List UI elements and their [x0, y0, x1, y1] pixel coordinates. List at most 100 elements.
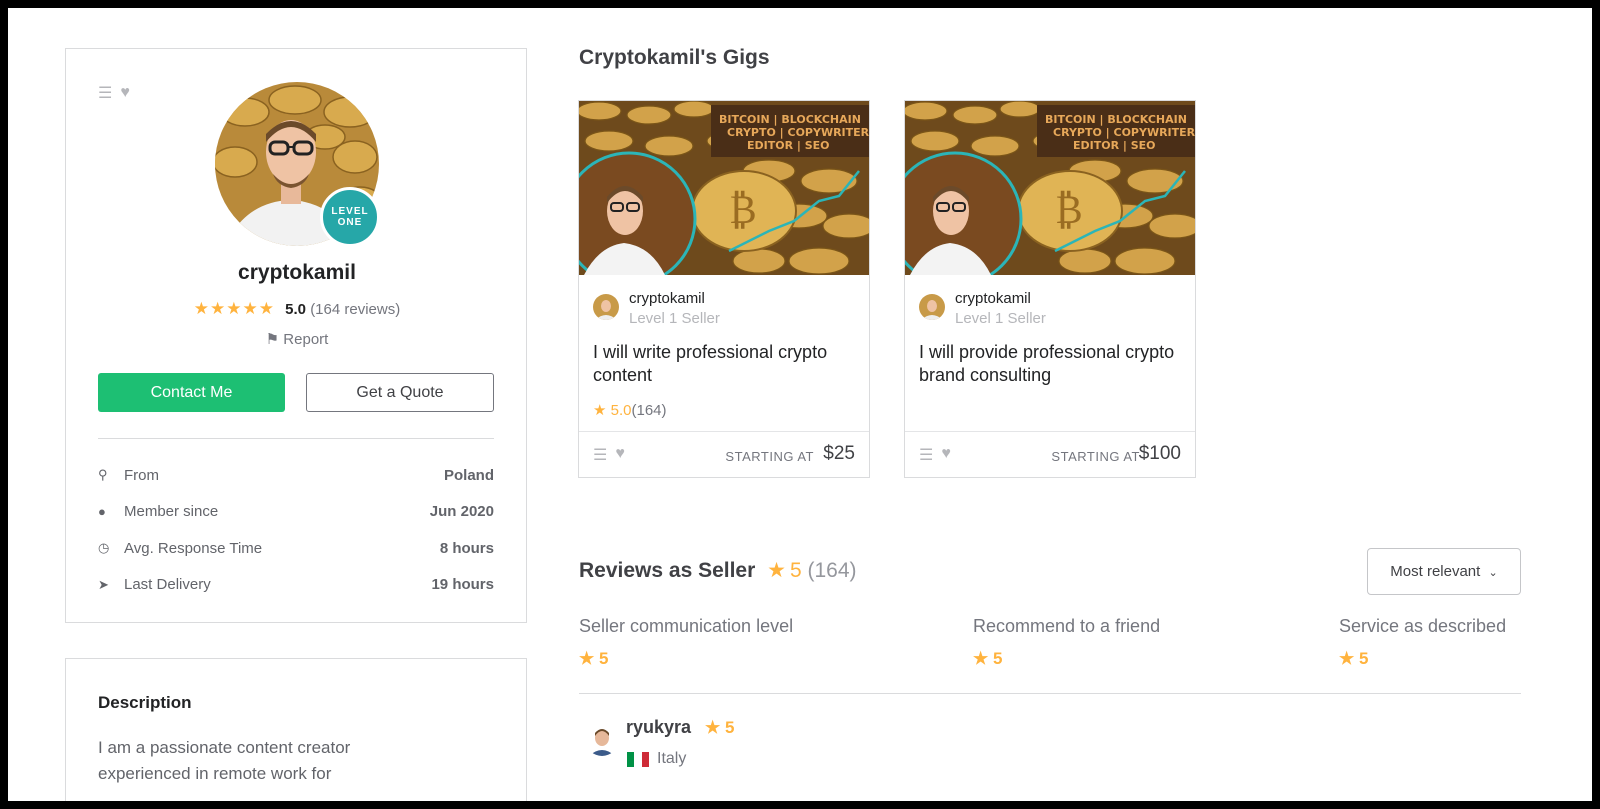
heart-icon[interactable]: ♥ [615, 445, 625, 465]
svg-text:BITCOIN | BLOCKCHAIN: BITCOIN | BLOCKCHAIN [1045, 113, 1187, 126]
location-pin-icon: ⚲ [98, 467, 108, 483]
criteria-score-value: 5 [598, 649, 609, 668]
gig-card[interactable]: ₿ BITCOIN | BLOCKCHAIN CRYPTO | COPYWRIT… [904, 100, 1196, 478]
gig-rating: ★ 5.0(164) [593, 401, 667, 419]
price-label: STARTING AT [725, 449, 814, 464]
seller-stats: ⚲ From Poland ● Member since Jun 2020 ◷ … [98, 457, 494, 603]
gig-footer: ☰ ♥ STARTING AT $25 [579, 431, 869, 477]
stat-label: From [124, 466, 159, 484]
stat-response-time: ◷ Avg. Response Time 8 hours [98, 530, 494, 567]
svg-text:CRYPTO | COPYWRITER: CRYPTO | COPYWRITER [727, 126, 869, 139]
gig-rating-count: (164) [631, 402, 667, 419]
report-label: Report [283, 331, 329, 348]
seller-rating: ★★★★★ 5.0 (164 reviews) [66, 299, 528, 319]
gig-title[interactable]: I will write professional crypto content [593, 341, 863, 387]
price-label: STARTING AT [1051, 449, 1140, 464]
stat-value: Poland [443, 466, 494, 484]
stat-label: Avg. Response Time [124, 539, 263, 557]
italy-flag-icon [627, 751, 649, 767]
heart-icon[interactable]: ♥ [120, 84, 130, 102]
divider [98, 438, 494, 439]
gig-thumbnail[interactable]: ₿ BITCOIN | BLOCKCHAIN CRYPTO | COPYWRIT… [905, 101, 1195, 275]
avatar-wrap: LEVEL ONE [215, 82, 380, 247]
gig-footer: ☰ ♥ STARTING AT $100 [905, 431, 1195, 477]
sort-dropdown[interactable]: Most relevant ⌄ [1367, 548, 1521, 595]
seller-username[interactable]: cryptokamil [66, 261, 528, 285]
reviewer-country: Italy [627, 750, 686, 768]
description-card: Description I am a passionate content cr… [65, 658, 527, 801]
reviewer-name[interactable]: ryukyra [626, 717, 691, 738]
page-frame: ☰ ♥ LEVEL ONE cryptokamil ★★★★★ 5.0 (164… [8, 8, 1592, 801]
seller-mini-avatar [593, 294, 619, 320]
svg-text:BITCOIN | BLOCKCHAIN: BITCOIN | BLOCKCHAIN [719, 113, 861, 126]
divider [579, 693, 1521, 694]
svg-text:EDITOR | SEO: EDITOR | SEO [747, 139, 830, 152]
seller-profile-card: ☰ ♥ LEVEL ONE cryptokamil ★★★★★ 5.0 (164… [65, 48, 527, 623]
criteria-score: ★ 5 [1339, 649, 1506, 669]
gig-seller-name[interactable]: cryptokamil [629, 289, 720, 309]
list-icon[interactable]: ☰ [98, 83, 112, 103]
flag-icon: ⚑ [265, 331, 280, 348]
stat-value: Jun 2020 [429, 503, 494, 521]
criteria-label: Seller communication level [579, 616, 794, 636]
criteria-score: ★ 5 [579, 649, 793, 669]
gig-rating-score: 5.0 [610, 402, 632, 419]
gigs-section-title: Cryptokamil's Gigs [579, 46, 770, 69]
reviews-title-text: Reviews as Seller [579, 559, 756, 582]
gig-seller-info: cryptokamil Level 1 Seller [919, 289, 1046, 329]
svg-text:₿: ₿ [729, 187, 757, 233]
paper-plane-icon: ➤ [98, 576, 109, 592]
gig-title[interactable]: I will provide professional crypto brand… [919, 341, 1189, 387]
svg-text:CRYPTO | COPYWRITER: CRYPTO | COPYWRITER [1053, 126, 1195, 139]
gig-seller-info: cryptokamil Level 1 Seller [593, 289, 720, 329]
description-text: I am a passionate content creator experi… [98, 738, 351, 783]
criteria-recommend: Recommend to a friend ★ 5 [973, 616, 1160, 669]
star-icon: ★ [973, 649, 989, 668]
star-icon: ★ [705, 718, 721, 737]
reviews-section-title: Reviews as Seller ★ 5 (164) [579, 558, 857, 583]
reviews-score: 5 [789, 559, 802, 582]
reviewer-country-name: Italy [657, 750, 687, 767]
gig-seller-level: Level 1 Seller [629, 310, 720, 327]
stat-value: 8 hours [439, 539, 494, 557]
gig-footer-actions: ☰ ♥ [593, 445, 625, 465]
gig-card[interactable]: ₿ BITCOIN | BLOCKCHAIN CRYPTO | COPYWRIT… [578, 100, 870, 478]
chevron-down-icon: ⌄ [1488, 567, 1498, 579]
heart-icon[interactable]: ♥ [941, 445, 951, 465]
clock-icon: ◷ [98, 540, 110, 556]
stat-value: 19 hours [431, 576, 494, 594]
reviewer-avatar [586, 724, 618, 756]
criteria-score-value: 5 [992, 649, 1003, 668]
level-badge: LEVEL ONE [320, 187, 380, 247]
star-icon: ★ [767, 559, 786, 582]
reviews-total: (164) [807, 559, 857, 582]
gig-seller-level: Level 1 Seller [955, 310, 1046, 327]
reviewer-score: 5 [724, 718, 735, 737]
star-rating-icons: ★★★★★ [193, 299, 275, 318]
criteria-score-value: 5 [1358, 649, 1369, 668]
seller-mini-avatar [919, 294, 945, 320]
svg-text:EDITOR | SEO: EDITOR | SEO [1073, 139, 1156, 152]
gig-footer-actions: ☰ ♥ [919, 445, 951, 465]
list-icon[interactable]: ☰ [593, 445, 607, 465]
criteria-service: Service as described ★ 5 [1339, 616, 1506, 669]
svg-text:₿: ₿ [1055, 187, 1083, 233]
reviews-count[interactable]: (164 reviews) [310, 301, 400, 318]
card-actions: ☰ ♥ [98, 83, 130, 103]
get-quote-button[interactable]: Get a Quote [306, 373, 494, 412]
criteria-label: Recommend to a friend [973, 616, 1161, 636]
stat-member-since: ● Member since Jun 2020 [98, 494, 494, 531]
gig-thumbnail[interactable]: ₿ BITCOIN | BLOCKCHAIN CRYPTO | COPYWRIT… [579, 101, 869, 275]
star-icon: ★ [593, 402, 607, 419]
criteria-score: ★ 5 [973, 649, 1160, 669]
gig-price: $25 [823, 443, 855, 464]
stat-last-delivery: ➤ Last Delivery 19 hours [98, 567, 494, 604]
gig-seller-name[interactable]: cryptokamil [955, 289, 1046, 309]
criteria-label: Service as described [1339, 616, 1507, 636]
report-link[interactable]: ⚑ Report [66, 330, 528, 348]
list-icon[interactable]: ☰ [919, 445, 933, 465]
contact-me-button[interactable]: Contact Me [98, 373, 285, 412]
criteria-communication: Seller communication level ★ 5 [579, 616, 793, 669]
reviewer-rating: ★ 5 [705, 718, 734, 738]
description-title: Description [98, 693, 192, 712]
